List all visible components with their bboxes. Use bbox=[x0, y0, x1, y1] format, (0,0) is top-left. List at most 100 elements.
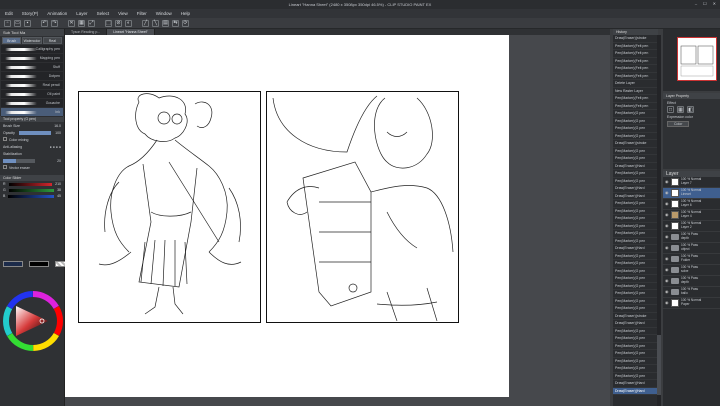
navigator-preview[interactable] bbox=[677, 37, 717, 81]
history-item[interactable]: New Raster Layer bbox=[613, 88, 658, 95]
history-item[interactable]: Pen(Marker)(G pen bbox=[613, 208, 658, 215]
color-mixing-checkbox[interactable] bbox=[3, 137, 7, 141]
vector-eraser-row[interactable]: Vector eraser bbox=[0, 164, 64, 171]
rotate-icon[interactable]: ⟳ bbox=[182, 19, 189, 27]
history-item[interactable]: Pen(Marker)(Felt pen bbox=[613, 58, 658, 65]
tone-effect-icon[interactable]: ▦ bbox=[677, 106, 684, 113]
history-item[interactable]: Pen(Marker)(G pen bbox=[613, 290, 658, 298]
history-item-current[interactable]: Draw(Eraser)(Hard bbox=[613, 387, 658, 395]
stabilization-value[interactable]: 20 bbox=[57, 159, 61, 163]
history-item[interactable]: Draw(Eraser)(Hard bbox=[613, 245, 658, 253]
tab-real[interactable]: Real bbox=[42, 37, 62, 44]
ruler-icon[interactable]: ╲ bbox=[152, 19, 159, 27]
history-item[interactable]: Pen(Marker)(G pen bbox=[613, 343, 658, 350]
history-item[interactable]: Pen(Marker)(G pen bbox=[613, 118, 658, 125]
brush-size-row[interactable]: Brush Size 16.0 bbox=[0, 122, 64, 129]
history-item[interactable]: Pen(Marker)(G pen bbox=[613, 200, 658, 208]
history-item[interactable]: Pen(Marker)(Felt pen bbox=[613, 95, 658, 103]
history-item[interactable]: Pen(Marker)(Felt pen bbox=[613, 43, 658, 50]
minimize-button[interactable]: – bbox=[695, 1, 697, 6]
tab-watercolor[interactable]: Watercolor bbox=[22, 37, 42, 44]
color-effect-icon[interactable]: ◧ bbox=[687, 106, 694, 113]
menu-view[interactable]: View bbox=[118, 11, 128, 16]
layer-row[interactable]: ◉ 100 % Normal Layer 4 bbox=[663, 210, 720, 221]
save-icon[interactable]: ▪ bbox=[24, 19, 31, 27]
layer-folder-row[interactable]: ◉ 100 % Pass depth bbox=[663, 232, 720, 243]
history-scroll-thumb[interactable] bbox=[657, 335, 661, 395]
history-item[interactable]: Pen(Marker)(G pen bbox=[613, 283, 658, 290]
history-item[interactable]: Pen(Marker)(Felt pen bbox=[613, 50, 658, 58]
snap-icon[interactable]: ╱ bbox=[142, 19, 149, 27]
history-item[interactable]: Pen(Marker)(G pen bbox=[613, 223, 658, 230]
color-mixing-row[interactable]: Color mixing bbox=[0, 136, 64, 143]
layer-row[interactable]: ◉ 100 % Normal Layer 7 bbox=[663, 177, 720, 188]
layer-folder-row[interactable]: ◉ 100 % Pass depth bbox=[663, 276, 720, 287]
fill-icon[interactable]: ▦ bbox=[78, 19, 85, 27]
menu-story[interactable]: Story(P) bbox=[22, 11, 39, 16]
opacity-slider[interactable] bbox=[19, 130, 52, 135]
brush-item[interactable]: Oil paint bbox=[1, 90, 63, 99]
history-item[interactable]: Pen(Marker)(G pen bbox=[613, 268, 658, 275]
layer-folder-row[interactable]: ◉ 100 % Pass solve bbox=[663, 265, 720, 276]
brush-item[interactable]: Gouache bbox=[1, 99, 63, 108]
close-button[interactable]: ✕ bbox=[713, 1, 716, 6]
clear-icon[interactable]: ✕ bbox=[68, 19, 75, 27]
menu-help[interactable]: Help bbox=[181, 11, 190, 16]
history-item[interactable]: Draw(Eraser)(Hard bbox=[613, 320, 658, 328]
brush-size-value[interactable]: 16.0 bbox=[54, 124, 61, 128]
menu-window[interactable]: Window bbox=[156, 11, 172, 16]
history-item[interactable]: Pen(Marker)(G pen bbox=[613, 350, 658, 358]
brush-item[interactable]: Real pencil bbox=[1, 81, 63, 90]
menu-animation[interactable]: Animation bbox=[47, 11, 67, 16]
history-item[interactable]: Pen(Marker)(G pen bbox=[613, 230, 658, 238]
history-item[interactable]: Draw(Eraser)(stroke bbox=[613, 35, 658, 43]
history-item[interactable]: Pen(Marker)(G pen bbox=[613, 335, 658, 343]
history-item[interactable]: Pen(Marker)(Felt pen bbox=[613, 65, 658, 73]
history-item[interactable]: Draw(Eraser)(Hard bbox=[613, 380, 658, 388]
history-item[interactable]: Draw(Eraser)(Hard bbox=[613, 163, 658, 170]
vector-eraser-checkbox[interactable] bbox=[3, 165, 7, 169]
eye-icon[interactable]: ◉ bbox=[665, 224, 669, 228]
sub-color-swatch[interactable] bbox=[29, 261, 49, 267]
eye-icon[interactable]: ◉ bbox=[665, 213, 669, 217]
color-wheel[interactable] bbox=[2, 290, 64, 352]
eye-icon[interactable]: ◉ bbox=[665, 279, 669, 283]
history-item[interactable]: Pen(Marker)(G pen bbox=[613, 373, 658, 380]
history-item[interactable]: Pen(Marker)(G pen bbox=[613, 148, 658, 155]
history-item[interactable]: Draw(Eraser)(Hard bbox=[613, 185, 658, 193]
history-item[interactable]: Pen(Marker)(G pen bbox=[613, 298, 658, 305]
blue-slider[interactable]: B 45 bbox=[0, 193, 64, 199]
menu-select[interactable]: Select bbox=[97, 11, 110, 16]
layer-folder-row[interactable]: ◉ 100 % Pass object bbox=[663, 243, 720, 254]
history-item[interactable]: Pen(Marker)(Felt pen bbox=[613, 103, 658, 110]
undo-icon[interactable]: ↶ bbox=[41, 19, 48, 27]
history-item[interactable]: Pen(Marker)(G pen bbox=[613, 260, 658, 268]
layer-folder-row[interactable]: ◉ 100 % Pass ballo bbox=[663, 287, 720, 298]
border-effect-icon[interactable]: □ bbox=[667, 106, 674, 113]
select-icon[interactable]: ⬚ bbox=[105, 19, 112, 27]
brush-item[interactable]: Calligraphy pen bbox=[1, 45, 63, 54]
history-item[interactable]: Draw(Eraser)(stroke bbox=[613, 313, 658, 320]
saturation-triangle[interactable] bbox=[16, 306, 48, 336]
stabilization-slider-row[interactable]: 20 bbox=[0, 157, 64, 164]
layer-row[interactable]: ◉ 100 % Normal Layer 6 bbox=[663, 199, 720, 210]
history-item[interactable]: Delete Layer bbox=[613, 80, 658, 88]
history-item[interactable]: Pen(Marker)(G pen bbox=[613, 238, 658, 245]
menu-layer[interactable]: Layer bbox=[76, 11, 87, 16]
open-icon[interactable]: ▭ bbox=[14, 19, 21, 27]
stabilization-slider[interactable] bbox=[3, 158, 35, 163]
brush-item-selected[interactable]: Ink bbox=[1, 108, 63, 117]
layer-row-selected[interactable]: ◉ 100 % Normal Lineart bbox=[663, 188, 720, 199]
eye-icon[interactable]: ◉ bbox=[665, 246, 669, 250]
eye-icon[interactable]: ◉ bbox=[665, 191, 669, 195]
history-item[interactable]: Pen(Marker)(G pen bbox=[613, 253, 658, 260]
main-color-swatch[interactable] bbox=[3, 261, 23, 267]
flip-icon[interactable]: ⇆ bbox=[172, 19, 179, 27]
opacity-row[interactable]: Opacity 100 bbox=[0, 129, 64, 136]
menu-edit[interactable]: Edit bbox=[5, 11, 13, 16]
history-item[interactable]: Pen(Marker)(Felt pen bbox=[613, 73, 658, 80]
expression-color-select[interactable]: Color bbox=[663, 120, 720, 127]
history-item[interactable]: Pen(Marker)(G pen bbox=[613, 178, 658, 185]
canvas-paper[interactable] bbox=[65, 35, 509, 397]
history-item[interactable]: Pen(Marker)(G pen bbox=[613, 215, 658, 223]
